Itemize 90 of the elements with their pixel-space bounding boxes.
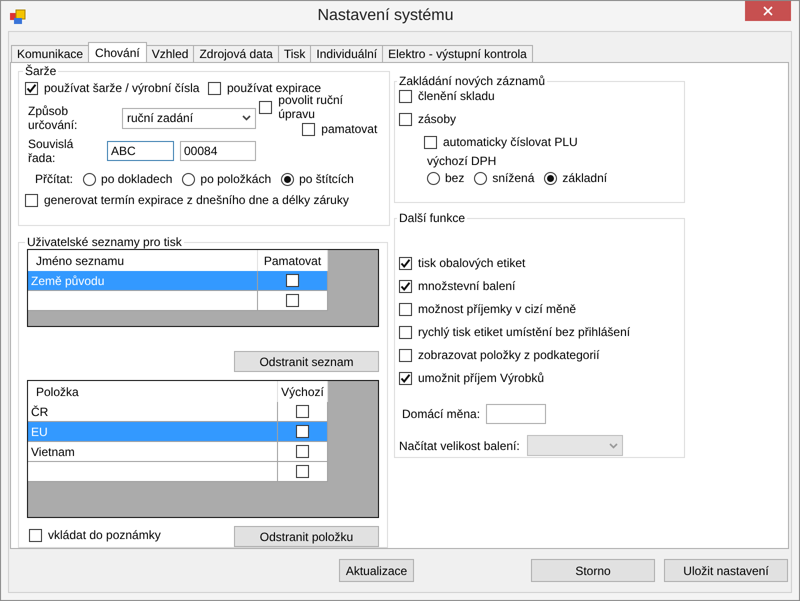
column-header: Pamatovat <box>258 250 328 271</box>
radio-label: po dokladech <box>101 172 172 186</box>
checkbox[interactable] <box>286 294 299 307</box>
field-label: Způsob určování: <box>27 104 78 132</box>
checkbox[interactable] <box>296 445 309 458</box>
radio-button[interactable] <box>83 172 96 186</box>
window-title: Nastavení systému <box>316 7 455 25</box>
checkbox[interactable] <box>29 528 42 542</box>
app-icon <box>10 9 26 25</box>
checkbox-label: automaticky číslovat PLU <box>443 135 578 149</box>
checkbox[interactable] <box>399 348 412 362</box>
group-title: Šarže <box>24 64 58 78</box>
radio-label: základní <box>562 171 608 185</box>
radio-label: po položkách <box>200 172 272 186</box>
checkbox-label: vkládat do poznámky <box>48 528 161 542</box>
field-label: Přčítat: <box>35 172 74 186</box>
checkbox-label: zásoby <box>418 112 456 126</box>
field-label: výchozí DPH <box>427 154 498 168</box>
check-icon <box>26 82 37 94</box>
group-title: Zakládání nových záznamů <box>398 74 546 88</box>
checkbox-label: množstevní balení <box>418 279 516 293</box>
radio-label: bez <box>445 171 464 185</box>
tab[interactable]: Zdrojová data <box>193 45 279 62</box>
table-row[interactable]: ČR <box>28 402 328 422</box>
checkbox-label: generovat termín expirace z dnešního dne a délky záruky <box>44 193 349 207</box>
checkbox[interactable] <box>399 256 412 270</box>
number-field[interactable]: 00084 <box>180 141 256 161</box>
group-title: Uživatelské seznamy pro tisk <box>26 235 183 249</box>
checkbox-label: pamatovat <box>321 122 378 136</box>
table-cell: Vietnam <box>31 444 75 458</box>
radio-label: snížená <box>492 171 534 185</box>
checkbox[interactable] <box>25 194 38 206</box>
checkbox-label: používat expirace <box>227 81 322 95</box>
checkbox[interactable] <box>296 465 309 478</box>
method-dropdown[interactable]: ruční zadání <box>122 108 256 128</box>
radio-button[interactable] <box>427 172 440 184</box>
table-cell: ČR <box>31 404 48 418</box>
close-icon <box>763 6 773 16</box>
currency-field[interactable] <box>486 404 546 424</box>
checkbox-label: používat šarže / výrobní čísla <box>44 81 200 95</box>
tab[interactable]: Komunikace <box>11 45 90 62</box>
checkbox[interactable] <box>424 136 437 148</box>
field-label: Načítat velikost balení: <box>399 438 520 452</box>
check-icon <box>400 258 411 268</box>
group-title: Další funkce <box>398 211 466 225</box>
checkbox[interactable] <box>286 274 299 287</box>
radio-button[interactable] <box>182 172 196 186</box>
check-icon <box>400 280 411 292</box>
checkbox[interactable] <box>208 82 221 94</box>
table-cell: Země původu <box>31 274 104 288</box>
radio-button[interactable] <box>474 172 488 184</box>
field-label: Souvislá řada: <box>27 137 74 165</box>
save-button[interactable]: Uložit nastavení <box>664 559 788 582</box>
table-row[interactable]: Vietnam <box>28 442 328 462</box>
checkbox-label: umožnit příjem Výrobků <box>418 371 544 385</box>
checkbox[interactable] <box>399 90 412 102</box>
checkbox[interactable] <box>296 405 309 418</box>
column-header: Položka <box>28 381 278 402</box>
check-icon <box>400 372 411 384</box>
field-label: Domácí měna: <box>401 407 480 421</box>
remove-item-button[interactable]: Odstranit položku <box>234 526 379 547</box>
checkbox[interactable] <box>399 302 412 316</box>
close-button[interactable] <box>745 1 791 21</box>
remove-list-button[interactable]: Odstranit seznam <box>234 351 379 372</box>
radio-button[interactable] <box>281 172 294 186</box>
checkbox[interactable] <box>399 280 412 292</box>
checkbox-label: tisk obalových etiket <box>418 256 526 270</box>
refresh-button[interactable]: Aktualizace <box>339 559 414 582</box>
table-cell: EU <box>31 424 48 438</box>
radio-label: po štítcích <box>299 172 354 186</box>
checkbox-label: rychlý tisk etiket umístění bez přihlášení <box>418 325 630 339</box>
column-header: Výchozí <box>278 381 328 402</box>
radio-button[interactable] <box>544 172 558 184</box>
caret-icon <box>608 442 618 448</box>
checkbox-label: zobrazovat položky z podkategorií <box>418 348 600 362</box>
checkbox[interactable] <box>399 372 412 384</box>
column-header: Jméno seznamu <box>28 250 258 271</box>
caret-icon <box>242 115 251 121</box>
prefix-field[interactable]: ABC <box>107 141 174 161</box>
checkbox[interactable] <box>399 112 412 126</box>
checkbox[interactable] <box>302 122 316 136</box>
checkbox[interactable] <box>259 100 272 114</box>
tab[interactable]: Chování <box>88 42 147 62</box>
checkbox[interactable] <box>296 425 309 438</box>
checkbox-label: možnost příjemky v cizí měně <box>418 302 576 316</box>
tab[interactable]: Elektro - výstupní kontrola <box>382 45 533 62</box>
checkbox[interactable] <box>399 326 412 338</box>
checkbox-label: členění skladu <box>418 89 495 103</box>
checkbox[interactable] <box>25 82 38 94</box>
cancel-button[interactable]: Storno <box>531 559 655 582</box>
